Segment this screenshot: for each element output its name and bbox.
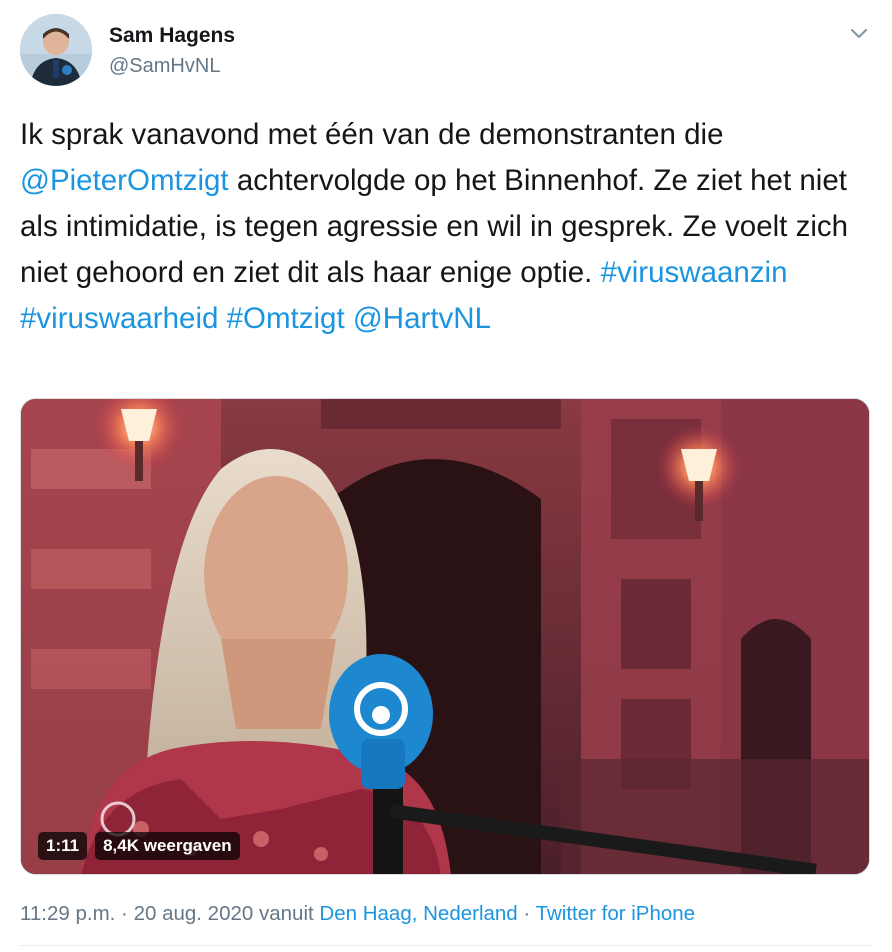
hashtag-viruswaarheid[interactable]: #viruswaarheid — [20, 302, 218, 335]
video-views: 8,4K weergaven — [95, 832, 240, 860]
meta-via: vanuit — [258, 902, 314, 925]
avatar-image — [20, 14, 92, 86]
video-frame — [21, 399, 869, 874]
tweet-text: Ik sprak vanavond met één van de demonst… — [20, 112, 875, 342]
video-badges: 1:11 8,4K weergaven — [38, 832, 248, 860]
hashtag-omtzigt[interactable]: #Omtzigt — [227, 302, 345, 335]
author-handle[interactable]: @SamHvNL — [109, 55, 220, 78]
meta-separator: · — [523, 902, 531, 925]
tweet-text-part: Ik sprak vanavond met één van de demonst… — [20, 118, 724, 151]
tweet-location[interactable]: Den Haag, Nederland — [319, 902, 517, 925]
video-player[interactable] — [20, 398, 870, 875]
hashtag-viruswaanzin[interactable]: #viruswaanzin — [601, 256, 788, 289]
divider — [20, 945, 872, 946]
meta-separator: · — [121, 902, 128, 925]
chevron-down-icon[interactable] — [846, 20, 872, 46]
tweet-source[interactable]: Twitter for iPhone — [536, 902, 696, 925]
tweet-meta: 11:29 p.m. · 20 aug. 2020 vanuit Den Haa… — [20, 902, 695, 926]
tweet-time[interactable]: 11:29 p.m. — [20, 902, 115, 925]
mention-pieteromtzigt[interactable]: @PieterOmtzigt — [20, 164, 229, 197]
author-name[interactable]: Sam Hagens — [109, 24, 235, 48]
mention-hartvnl[interactable]: @HartvNL — [353, 302, 491, 335]
tweet-date[interactable]: 20 aug. 2020 — [134, 902, 254, 925]
video-duration: 1:11 — [38, 832, 88, 860]
avatar[interactable] — [20, 14, 92, 86]
